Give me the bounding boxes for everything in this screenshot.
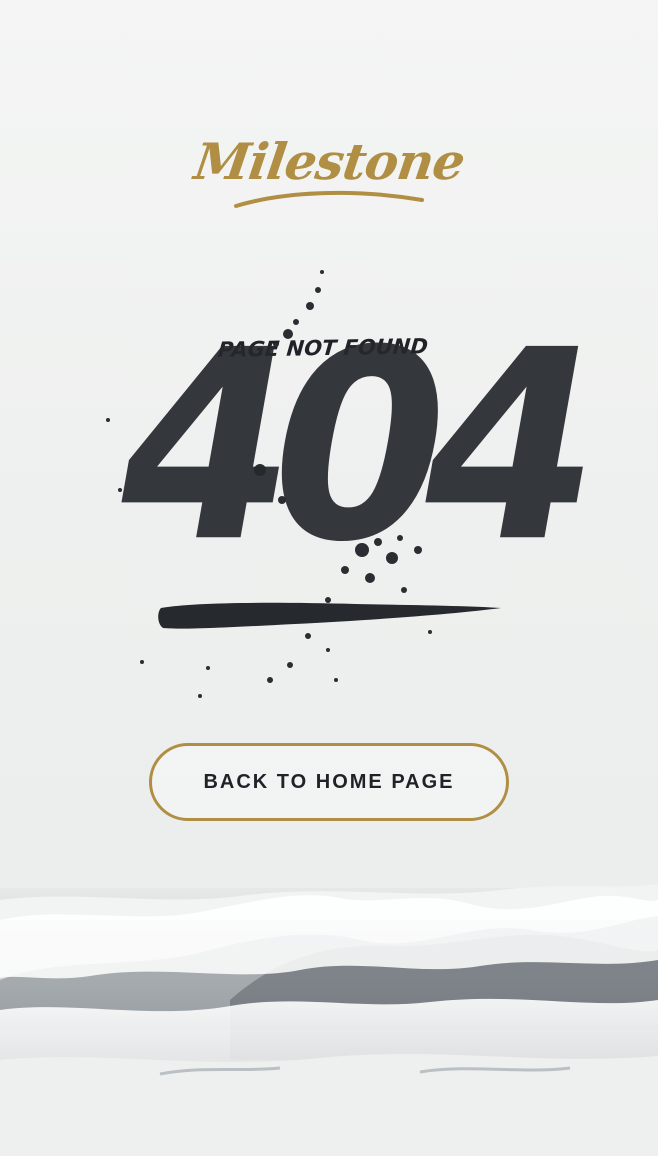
error-code-404: 404	[93, 293, 603, 600]
brand-logo[interactable]: Milestone	[0, 110, 658, 220]
logo-underline-swash	[234, 190, 424, 208]
brush-stroke-underline	[158, 602, 501, 629]
ocean-waves-background	[0, 884, 658, 1156]
not-found-page: Milestone PAGE NOT FOUND 404 BACK TO HOM…	[0, 0, 658, 1156]
back-to-home-label: BACK TO HOME PAGE	[203, 770, 455, 793]
back-to-home-button[interactable]: BACK TO HOME PAGE	[149, 743, 509, 821]
